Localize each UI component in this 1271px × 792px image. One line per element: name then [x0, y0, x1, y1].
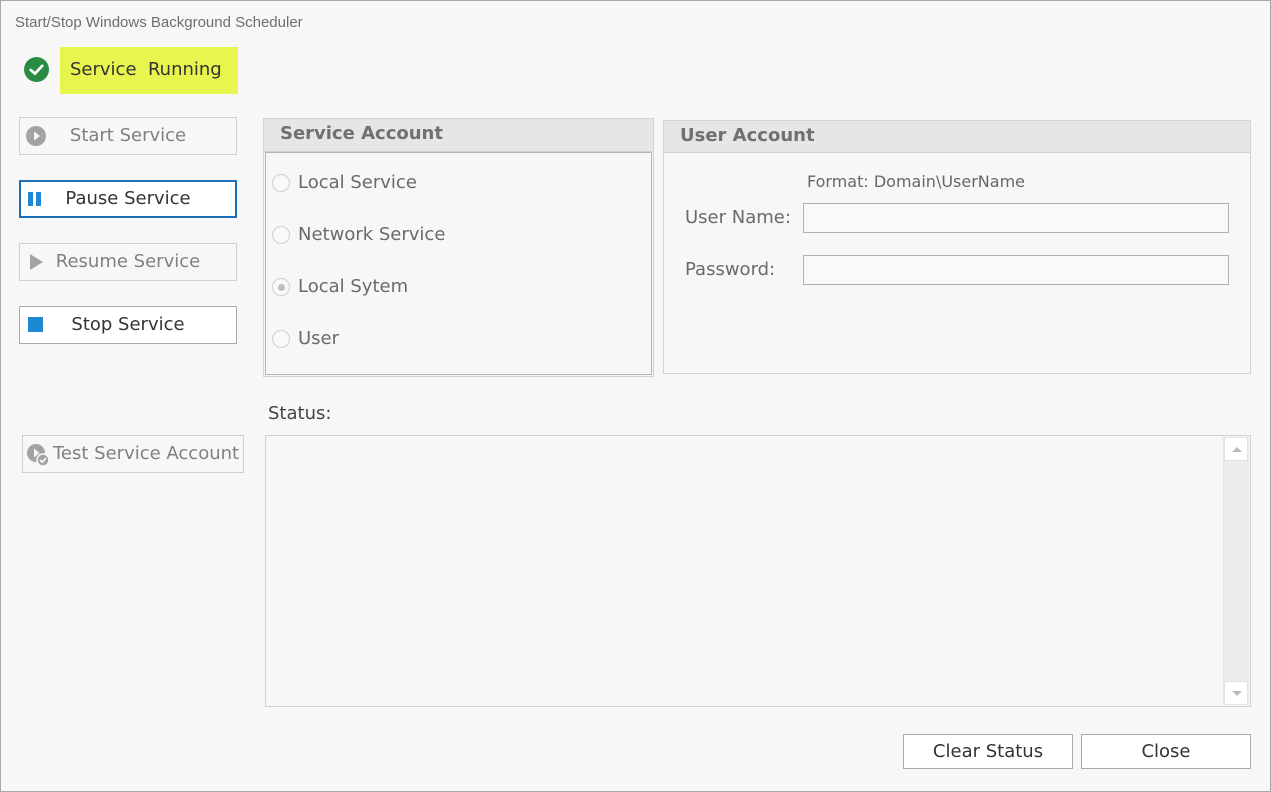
service-account-header: Service Account	[263, 118, 654, 152]
test-service-account-label: Test Service Account	[53, 443, 240, 464]
radio-circle[interactable]	[272, 330, 290, 348]
user-account-title: User Account	[680, 125, 815, 146]
pause-service-label: Pause Service	[65, 188, 191, 209]
service-account-title: Service Account	[280, 123, 443, 144]
status-textarea[interactable]	[265, 435, 1251, 707]
start-service-label: Start Service	[69, 125, 187, 146]
format-hint: Format: Domain\UserName	[807, 172, 1026, 191]
status-label: Status:	[268, 403, 332, 424]
status-scrollbar[interactable]	[1223, 437, 1249, 705]
check-circle-icon	[24, 57, 49, 82]
pause-service-button[interactable]: Pause Service	[19, 180, 237, 218]
scroll-up-button[interactable]	[1224, 437, 1248, 461]
close-label: Close	[1141, 741, 1191, 762]
clear-status-button[interactable]: Clear Status	[903, 734, 1073, 769]
service-status-badge: Service Running	[60, 47, 238, 94]
radio-label: Local Service	[298, 172, 417, 193]
close-button[interactable]: Close	[1081, 734, 1251, 769]
password-label: Password:	[685, 259, 776, 280]
test-service-account-button[interactable]: Test Service Account	[22, 435, 244, 473]
service-status-text: Service Running	[70, 59, 222, 80]
password-input[interactable]	[803, 255, 1229, 285]
radio-circle[interactable]	[272, 174, 290, 192]
username-input[interactable]	[803, 203, 1229, 233]
user-account-header: User Account	[663, 120, 1251, 153]
window-title: Start/Stop Windows Background Scheduler	[15, 14, 303, 31]
stop-service-label: Stop Service	[71, 314, 185, 335]
radio-circle[interactable]	[272, 226, 290, 244]
radio-label: Network Service	[298, 224, 446, 245]
play-check-icon	[27, 444, 50, 467]
radio-circle-checked[interactable]	[272, 278, 290, 296]
start-service-button[interactable]: Start Service	[19, 117, 237, 155]
scroll-down-button[interactable]	[1224, 681, 1248, 705]
clear-status-label: Clear Status	[932, 741, 1044, 762]
resume-service-button[interactable]: Resume Service	[19, 243, 237, 281]
chevron-up-icon	[1232, 447, 1242, 452]
chevron-down-icon	[1232, 691, 1242, 696]
radio-label: User	[298, 328, 340, 349]
radio-label: Local Sytem	[298, 276, 409, 297]
username-label: User Name:	[685, 207, 791, 228]
resume-service-label: Resume Service	[55, 251, 201, 272]
stop-service-button[interactable]: Stop Service	[19, 306, 237, 344]
